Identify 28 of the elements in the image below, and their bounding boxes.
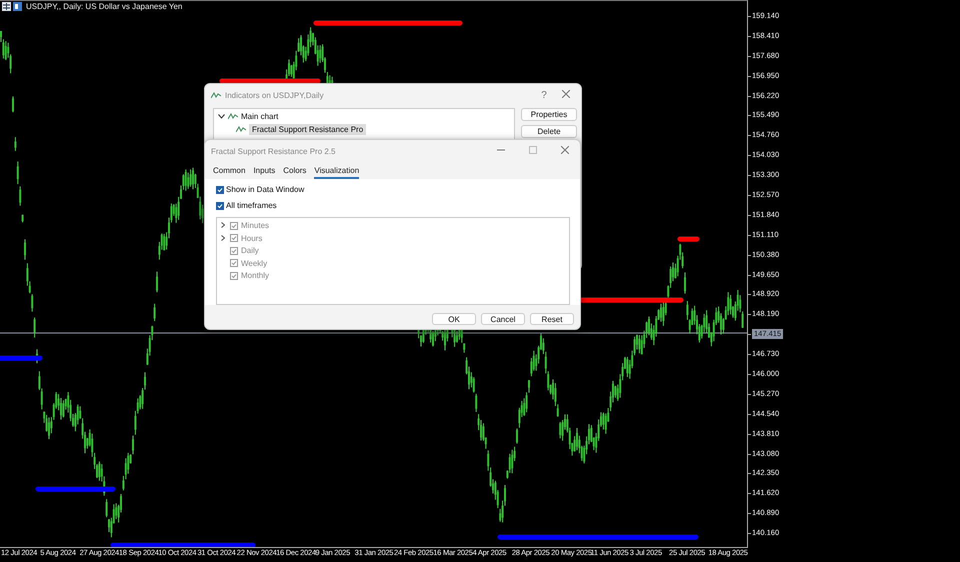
checkbox[interactable] — [216, 186, 224, 194]
collapse-icon[interactable] — [218, 114, 225, 119]
tab[interactable]: Common — [213, 165, 246, 179]
checkbox-label: All timeframes — [226, 201, 277, 210]
checkbox[interactable] — [216, 202, 224, 210]
timeframe-label: Monthly — [241, 271, 270, 280]
help-button[interactable]: ? — [535, 90, 553, 100]
dialog-button[interactable]: Delete — [521, 125, 577, 138]
timeframe-label: Daily — [241, 246, 259, 255]
chart-icons[interactable] — [2, 2, 22, 11]
chart-title: USDJPY,, Daily: US Dollar vs Japanese Yen — [26, 2, 182, 11]
close-icon[interactable] — [561, 146, 569, 154]
indicator-icon — [211, 92, 221, 98]
tree-item[interactable]: Main chart — [241, 112, 278, 121]
dialog-title: Fractal Support Resistance Pro 2.5 — [211, 146, 337, 156]
timeframe-label: Weekly — [241, 258, 268, 268]
tree-item[interactable]: Fractal Support Resistance Pro — [249, 124, 366, 135]
timeframe-label: Hours — [241, 234, 262, 242]
dialog-button[interactable]: Properties — [521, 108, 577, 121]
timeframe-label: Minutes — [241, 221, 270, 230]
dialog-button[interactable]: Reset — [530, 313, 574, 325]
tab[interactable]: Colors — [283, 165, 306, 179]
dialog-title: Indicators on USDJPY,Daily — [225, 90, 325, 100]
checkbox-label: Show in Data Window — [226, 185, 304, 194]
tab[interactable]: Inputs — [253, 165, 276, 179]
dialog-button[interactable]: Cancel — [481, 313, 525, 325]
close-icon[interactable] — [562, 90, 570, 98]
dialog-button[interactable]: OK — [432, 313, 476, 325]
